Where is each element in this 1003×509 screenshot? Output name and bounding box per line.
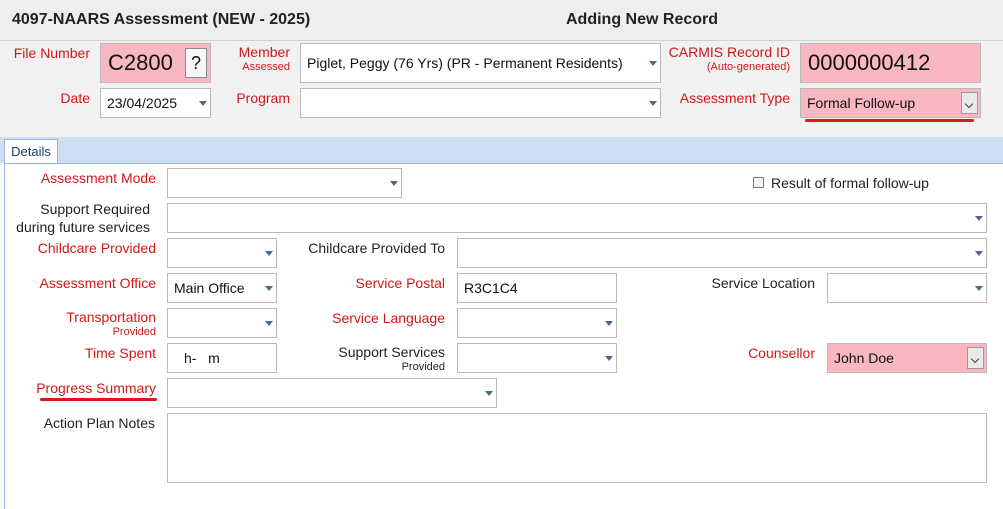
- support-services-sublabel: Provided: [401, 361, 445, 373]
- member-label-text: Member: [238, 44, 290, 60]
- carmis-record-id-field: 0000000412: [800, 43, 981, 83]
- support-services-label: Support Services Provided: [290, 345, 445, 375]
- support-services-select[interactable]: [457, 343, 617, 373]
- assessment-mode-label: Assessment Mode: [40, 170, 156, 186]
- childcare-provided-label: Childcare Provided: [37, 240, 156, 256]
- progress-summary-select[interactable]: [167, 378, 497, 408]
- record-mode-title: Adding New Record: [566, 11, 719, 28]
- tab-details[interactable]: Details: [4, 139, 58, 164]
- date-picker[interactable]: 23/04/2025: [100, 88, 211, 118]
- formal-followup-checkbox[interactable]: [753, 177, 764, 188]
- transportation-label: Transportation Provided: [0, 310, 156, 340]
- progress-summary-dropdown-arrow-icon[interactable]: [482, 379, 496, 407]
- carmis-sublabel: (Auto-generated): [706, 61, 790, 73]
- progress-summary-highlight-underline: [40, 398, 157, 401]
- counsellor-label: Counsellor: [748, 345, 815, 361]
- formal-followup-checkbox-label: Result of formal follow-up: [771, 175, 929, 191]
- counsellor-chevron-down-icon[interactable]: [967, 347, 984, 369]
- childcare-provided-dropdown-arrow-icon[interactable]: [262, 239, 276, 267]
- date-value: 23/04/2025: [107, 95, 178, 111]
- tab-strip: [0, 137, 1003, 163]
- assessment-office-value: Main Office: [174, 280, 245, 296]
- service-language-label: Service Language: [332, 310, 445, 326]
- service-postal-value: R3C1C4: [464, 280, 518, 296]
- assessment-office-select[interactable]: Main Office: [167, 273, 277, 303]
- assessment-type-value: Formal Follow-up: [807, 95, 916, 111]
- support-services-dropdown-arrow-icon[interactable]: [602, 344, 616, 372]
- service-language-dropdown-arrow-icon[interactable]: [602, 309, 616, 337]
- support-required-select[interactable]: [167, 203, 987, 233]
- support-required-dropdown-arrow-icon[interactable]: [972, 204, 986, 232]
- assessment-type-select[interactable]: Formal Follow-up: [800, 88, 981, 118]
- date-label: Date: [60, 90, 90, 106]
- program-select[interactable]: [300, 88, 661, 118]
- assessment-office-label: Assessment Office: [39, 275, 156, 291]
- time-spent-input[interactable]: h- m: [167, 343, 277, 373]
- time-spent-label: Time Spent: [84, 345, 156, 361]
- support-required-label-line1: Support Required: [40, 201, 150, 217]
- program-label: Program: [236, 90, 290, 106]
- carmis-label: CARMIS Record ID (Auto-generated): [640, 45, 790, 75]
- member-sublabel: Assessed: [242, 61, 290, 73]
- member-value: Piglet, Peggy (76 Yrs) (PR - Permanent R…: [307, 55, 623, 71]
- assessment-mode-select[interactable]: [167, 168, 402, 198]
- service-location-select[interactable]: [827, 273, 987, 303]
- assessment-type-highlight-underline: [805, 119, 974, 122]
- service-postal-input[interactable]: R3C1C4: [457, 273, 617, 303]
- childcare-provided-to-select[interactable]: [457, 238, 987, 268]
- file-number-label: File Number: [13, 45, 90, 61]
- assessment-mode-dropdown-arrow-icon[interactable]: [387, 169, 401, 197]
- assessment-office-dropdown-arrow-icon[interactable]: [262, 274, 276, 302]
- assessment-type-chevron-down-icon[interactable]: [961, 92, 978, 114]
- service-language-select[interactable]: [457, 308, 617, 338]
- support-required-label: Support Required during future services: [0, 200, 150, 236]
- carmis-record-id-value: 0000000412: [808, 50, 931, 75]
- childcare-provided-to-label: Childcare Provided To: [308, 240, 445, 256]
- member-label: Member Assessed: [200, 45, 290, 75]
- counsellor-select[interactable]: John Doe: [827, 343, 987, 373]
- transportation-select[interactable]: [167, 308, 277, 338]
- service-location-label: Service Location: [711, 275, 815, 291]
- member-select[interactable]: Piglet, Peggy (76 Yrs) (PR - Permanent R…: [300, 43, 661, 83]
- action-plan-notes-label: Action Plan Notes: [43, 415, 155, 431]
- transportation-sublabel: Provided: [112, 326, 156, 338]
- carmis-label-text: CARMIS Record ID: [668, 44, 790, 60]
- file-number-value: C2800: [108, 50, 173, 75]
- action-plan-notes-textarea[interactable]: [167, 413, 987, 483]
- childcare-provided-to-dropdown-arrow-icon[interactable]: [972, 239, 986, 267]
- window-title: 4097-NAARS Assessment (NEW - 2025): [12, 11, 311, 28]
- progress-summary-label: Progress Summary: [36, 380, 156, 396]
- file-number-field[interactable]: C2800 ?: [100, 43, 211, 83]
- counsellor-value: John Doe: [834, 350, 894, 366]
- time-spent-value: h- m: [184, 350, 220, 366]
- service-location-dropdown-arrow-icon[interactable]: [972, 274, 986, 302]
- assessment-type-label: Assessment Type: [679, 90, 790, 106]
- support-services-label-text: Support Services: [338, 344, 445, 360]
- childcare-provided-select[interactable]: [167, 238, 277, 268]
- transportation-label-text: Transportation: [66, 309, 156, 325]
- service-postal-label: Service Postal: [355, 275, 445, 291]
- support-required-label-line2: during future services: [16, 219, 150, 235]
- transportation-dropdown-arrow-icon[interactable]: [262, 309, 276, 337]
